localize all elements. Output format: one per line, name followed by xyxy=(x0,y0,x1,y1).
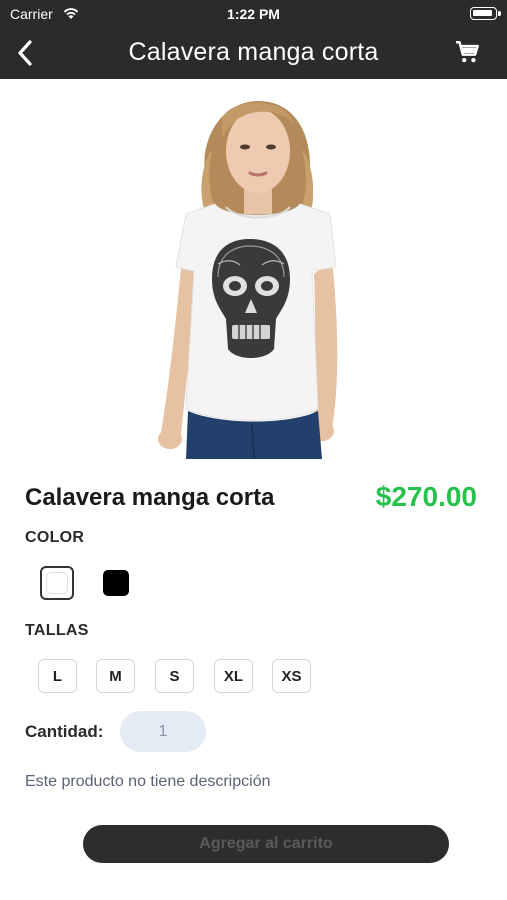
color-swatch-black[interactable] xyxy=(103,570,129,596)
nav-bar: Calavera manga corta xyxy=(0,28,507,79)
swatch-inner xyxy=(46,572,68,594)
color-label: COLOR xyxy=(25,529,85,546)
top-bar: Carrier 1:22 PM Calavera manga corta xyxy=(0,0,507,79)
size-button-l[interactable]: L xyxy=(38,659,77,693)
status-time: 1:22 PM xyxy=(227,6,280,22)
size-button-s[interactable]: S xyxy=(155,659,194,693)
color-swatch-white[interactable] xyxy=(40,566,74,600)
page-title: Calavera manga corta xyxy=(128,38,379,66)
quantity-input[interactable] xyxy=(120,711,206,752)
product-price: $270.00 xyxy=(375,481,477,512)
product-image xyxy=(0,79,507,460)
quantity-label: Cantidad: xyxy=(25,722,104,741)
product-name: Calavera manga corta xyxy=(25,484,275,511)
size-button-xl[interactable]: XL xyxy=(214,659,253,693)
product-description: Este producto no tiene descripción xyxy=(25,773,271,790)
chevron-left-icon xyxy=(18,40,32,66)
size-button-xs[interactable]: XS xyxy=(272,659,311,693)
back-button[interactable] xyxy=(8,36,42,70)
status-bar: Carrier 1:22 PM xyxy=(0,0,507,28)
cart-button[interactable] xyxy=(455,39,485,67)
shopping-cart-icon xyxy=(456,41,479,63)
add-to-cart-button[interactable]: Agregar al carrito xyxy=(83,825,449,863)
size-button-m[interactable]: M xyxy=(96,659,135,693)
battery-icon xyxy=(470,7,501,20)
sizes-label: TALLAS xyxy=(25,622,89,639)
